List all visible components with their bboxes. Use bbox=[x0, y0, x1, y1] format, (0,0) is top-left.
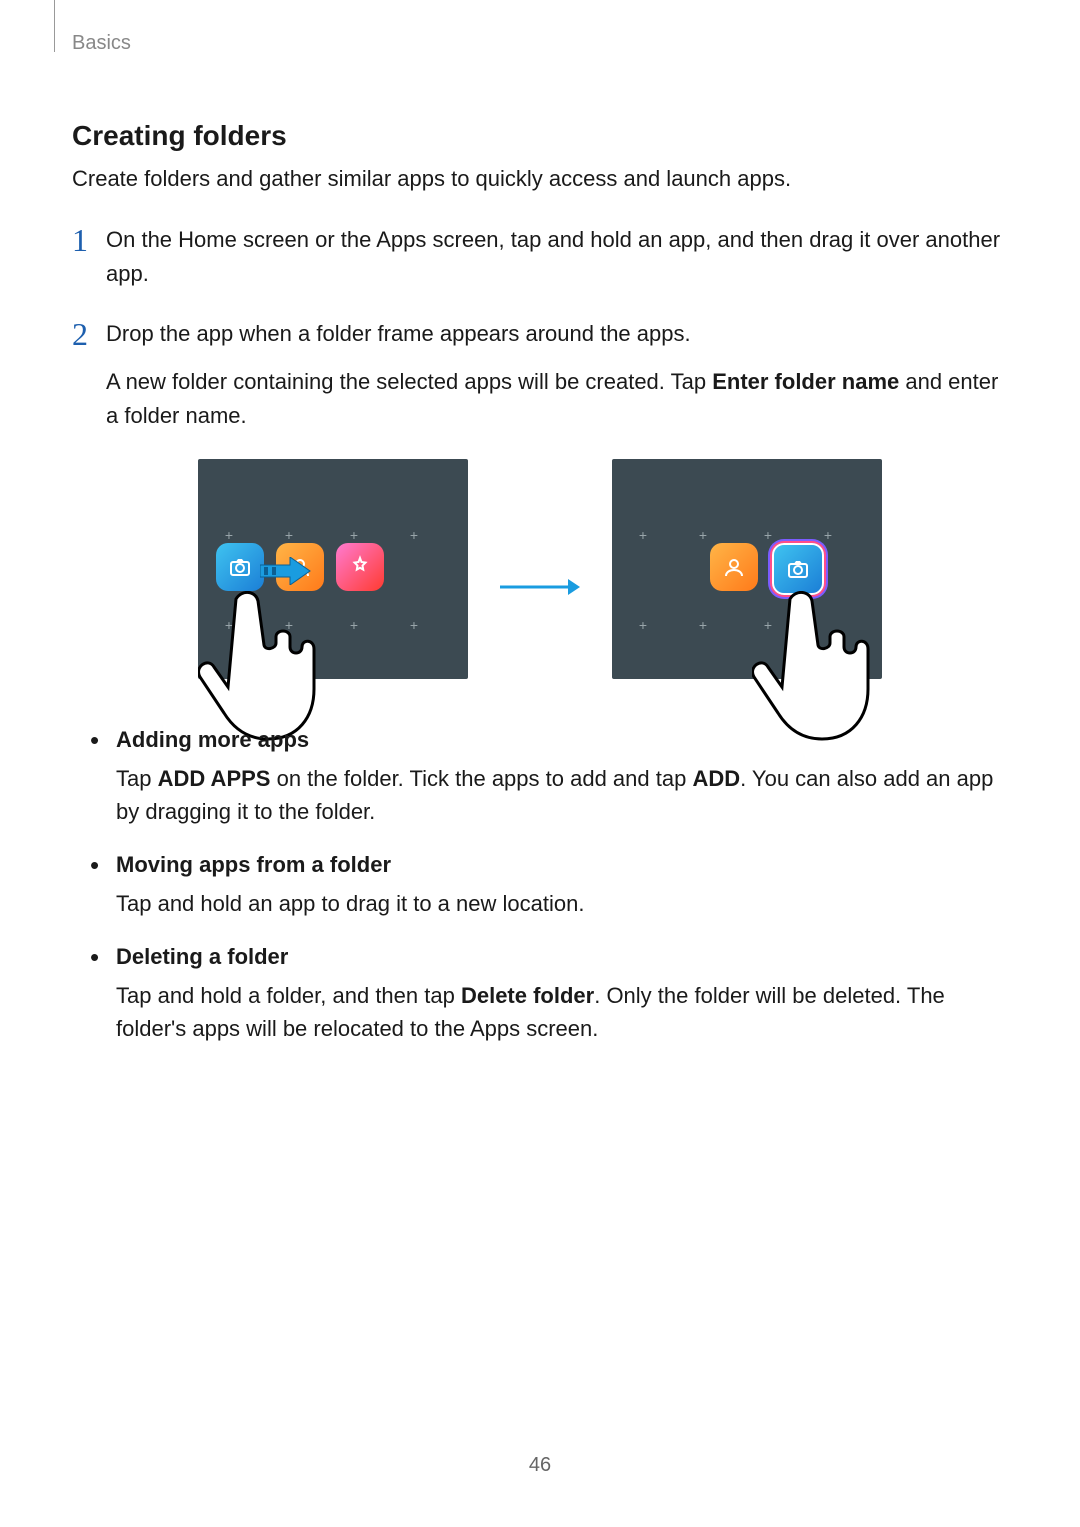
hand-pointer-icon bbox=[198, 591, 338, 741]
text-segment: Tap bbox=[116, 766, 158, 791]
grid-placeholder-icon: + bbox=[408, 529, 420, 541]
bullet-moving-apps: Moving apps from a folder Tap and hold a… bbox=[90, 848, 1008, 920]
bullet-body: Tap and hold an app to drag it to a new … bbox=[116, 887, 1008, 920]
bullet-body: Tap ADD APPS on the folder. Tick the app… bbox=[116, 762, 1008, 828]
bullet-title: Deleting a folder bbox=[116, 944, 288, 969]
step-1-text: On the Home screen or the Apps screen, t… bbox=[106, 223, 1008, 291]
bullet-deleting-folder: Deleting a folder Tap and hold a folder,… bbox=[90, 940, 1008, 1045]
text-segment: Tap and hold a folder, and then tap bbox=[116, 983, 461, 1008]
contacts-app-icon bbox=[710, 543, 758, 591]
grid-placeholder-icon: + bbox=[348, 619, 360, 631]
grid-placeholder-icon: + bbox=[637, 619, 649, 631]
text-segment: on the folder. Tick the apps to add and … bbox=[270, 766, 692, 791]
intro-text: Create folders and gather similar apps t… bbox=[72, 164, 1008, 195]
page-number: 46 bbox=[0, 1454, 1080, 1477]
figure-row: + + + + + + + + bbox=[72, 459, 1008, 679]
game-app-icon bbox=[336, 543, 384, 591]
bullet-body: Tap and hold a folder, and then tap Dele… bbox=[116, 979, 1008, 1045]
grid-placeholder-icon: + bbox=[697, 529, 709, 541]
bullet-adding-apps: Adding more apps Tap ADD APPS on the fol… bbox=[90, 723, 1008, 828]
grid-placeholder-icon: + bbox=[223, 529, 235, 541]
figure-left-wrap: + + + + + + + + bbox=[198, 459, 468, 679]
bullet-title: Adding more apps bbox=[116, 727, 309, 752]
step-2: 2 Drop the app when a folder frame appea… bbox=[72, 317, 1008, 433]
step-1: 1 On the Home screen or the Apps screen,… bbox=[72, 223, 1008, 291]
figure-right-wrap: + + + + + + + bbox=[612, 459, 882, 679]
hand-pointer-icon bbox=[752, 591, 892, 741]
grid-placeholder-icon: + bbox=[283, 529, 295, 541]
bullet-list: Adding more apps Tap ADD APPS on the fol… bbox=[90, 723, 1008, 1045]
step-number: 1 bbox=[72, 223, 106, 258]
chapter-label: Basics bbox=[72, 32, 131, 55]
step-2-line1: Drop the app when a folder frame appears… bbox=[106, 317, 1008, 351]
bold-segment: Delete folder bbox=[461, 983, 594, 1008]
arrow-right-icon bbox=[500, 577, 580, 602]
grid-placeholder-icon: + bbox=[637, 529, 649, 541]
grid-placeholder-icon: + bbox=[408, 619, 420, 631]
page-content: Creating folders Create folders and gath… bbox=[72, 100, 1008, 1065]
bold-segment: Enter folder name bbox=[712, 369, 899, 394]
grid-placeholder-icon: + bbox=[697, 619, 709, 631]
grid-placeholder-icon: + bbox=[822, 529, 834, 541]
grid-placeholder-icon: + bbox=[348, 529, 360, 541]
step-2-line2: A new folder containing the selected app… bbox=[106, 365, 1008, 433]
grid-placeholder-icon: + bbox=[762, 529, 774, 541]
section-title: Creating folders bbox=[72, 120, 1008, 152]
header-divider bbox=[54, 0, 55, 52]
text-segment: A new folder containing the selected app… bbox=[106, 369, 712, 394]
bold-segment: ADD bbox=[692, 766, 740, 791]
step-number: 2 bbox=[72, 317, 106, 352]
camera-app-icon-folder bbox=[772, 543, 824, 595]
bold-segment: ADD APPS bbox=[158, 766, 271, 791]
camera-app-icon bbox=[216, 543, 264, 591]
bullet-title: Moving apps from a folder bbox=[116, 852, 391, 877]
drag-arrow-icon bbox=[260, 557, 312, 590]
